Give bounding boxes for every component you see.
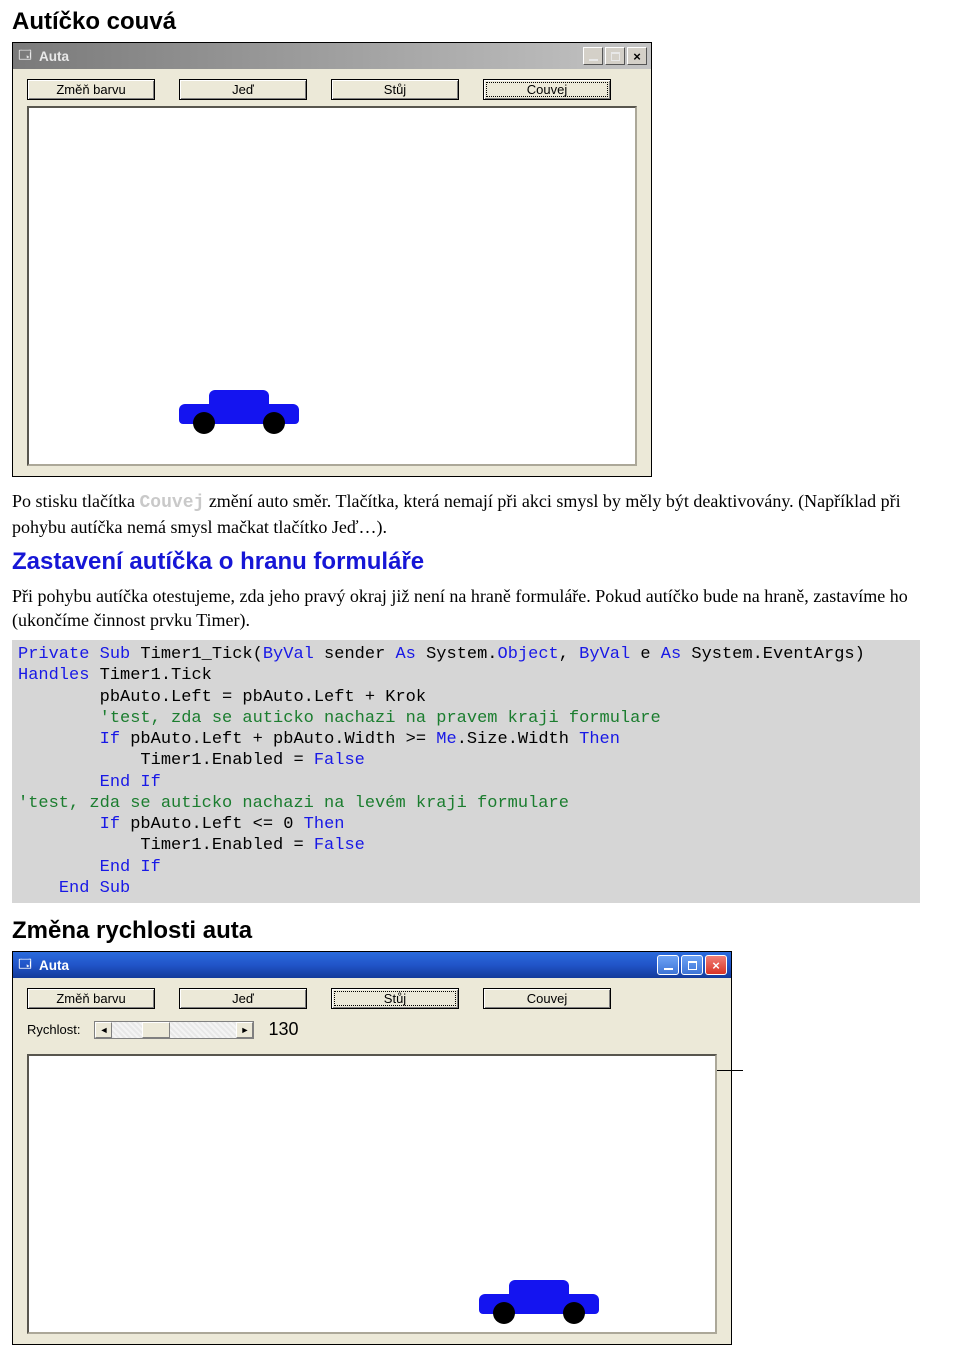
btn-zmen-barvu[interactable]: Změň barvu — [27, 988, 155, 1009]
heading-couva: Autíčko couvá — [12, 8, 920, 36]
btn-stuj[interactable]: Stůj — [331, 988, 459, 1009]
car-canvas — [27, 1054, 717, 1334]
window-title: Auta — [39, 49, 583, 64]
code-block: Private Sub Timer1_Tick(ByVal sender As … — [12, 640, 920, 903]
btn-couvej[interactable]: Couvej — [483, 988, 611, 1009]
lbRychlost: 130 — [268, 1019, 298, 1040]
minimize-button[interactable] — [657, 955, 679, 975]
btn-jed[interactable]: Jeď — [179, 79, 307, 100]
car-sprite — [179, 384, 299, 434]
minimize-button[interactable] — [583, 47, 603, 65]
btn-jed[interactable]: Jeď — [179, 988, 307, 1009]
window-title: Auta — [39, 958, 657, 973]
client-area: Změň barvu Jeď Stůj Couvej — [13, 69, 651, 476]
app-icon: 🗔 — [17, 957, 33, 973]
car-sprite — [479, 1274, 599, 1324]
para1-ghost: Couvej — [140, 493, 205, 513]
para-zastaveni: Při pohybu autíčka otestujeme, zda jeho … — [12, 584, 920, 633]
scroll-right-button[interactable]: ► — [236, 1022, 253, 1038]
speed-label: Rychlost: — [27, 1022, 80, 1037]
btn-zmen-barvu[interactable]: Změň barvu — [27, 79, 155, 100]
app-icon: 🗔 — [17, 48, 33, 64]
client-area: Změň barvu Jeď Stůj Couvej Rychlost: ◄ ►… — [13, 978, 731, 1344]
scroll-thumb[interactable] — [142, 1022, 170, 1038]
btn-stuj[interactable]: Stůj — [331, 79, 459, 100]
speed-scrollbar[interactable]: ◄ ► — [94, 1021, 254, 1039]
para1-pre: Po stisku tlačítka — [12, 491, 140, 511]
window-auta-2: 🗔 Auta × Změň barvu Jeď Stůj Couvej Rych… — [12, 951, 732, 1345]
maximize-button[interactable] — [605, 47, 625, 65]
maximize-button[interactable] — [681, 955, 703, 975]
para-after-couva: Po stisku tlačítka Couvej změní auto smě… — [12, 489, 920, 540]
scroll-track[interactable] — [112, 1022, 236, 1038]
close-button[interactable]: × — [627, 47, 647, 65]
heading-rychlost: Změna rychlosti auta — [12, 917, 920, 945]
close-button[interactable]: × — [705, 955, 727, 975]
car-canvas — [27, 106, 637, 466]
titlebar: 🗔 Auta × — [13, 43, 651, 69]
scroll-left-button[interactable]: ◄ — [95, 1022, 112, 1038]
heading-zastaveni: Zastavení autíčka o hranu formuláře — [12, 548, 920, 576]
btn-couvej[interactable]: Couvej — [483, 79, 611, 100]
titlebar: 🗔 Auta × — [13, 952, 731, 978]
window-auta-1: 🗔 Auta × Změň barvu Jeď Stůj Couvej — [12, 42, 652, 477]
